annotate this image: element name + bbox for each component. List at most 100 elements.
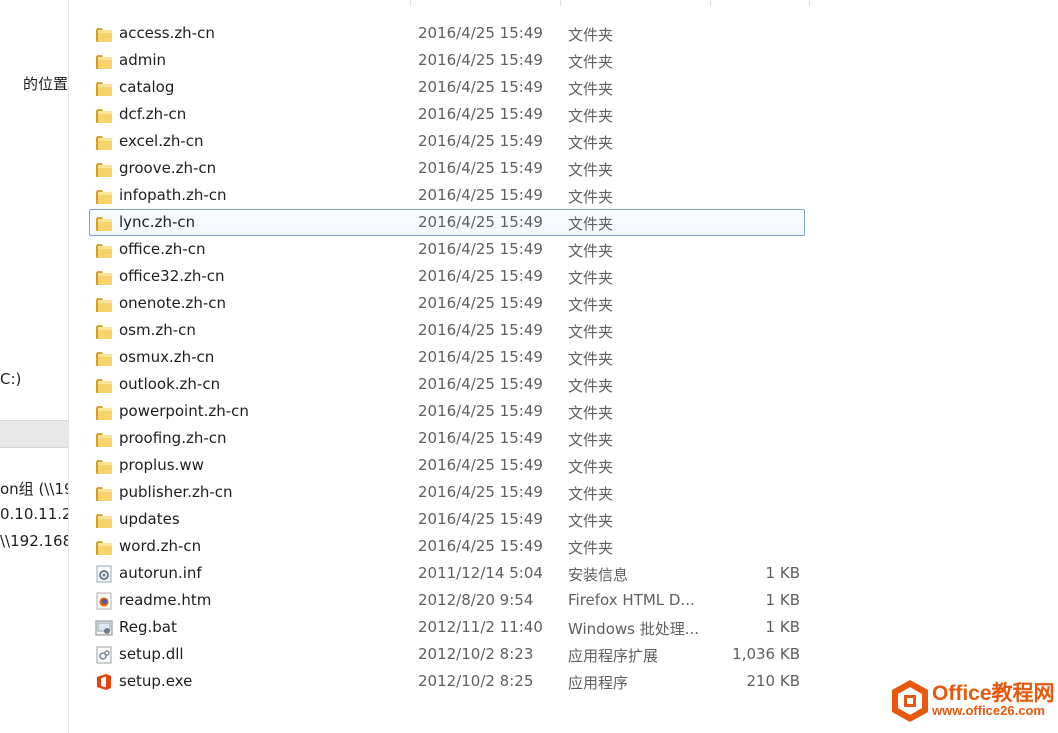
- folder-icon: [95, 79, 113, 97]
- file-date-modified: 2016/4/25 15:49: [418, 429, 543, 447]
- file-name: onenote.zh-cn: [119, 294, 227, 312]
- folder-icon: [95, 295, 113, 313]
- batch-file-icon: [95, 619, 113, 637]
- file-name: Reg.bat: [119, 618, 177, 636]
- file-row[interactable]: infopath.zh-cn 2016/4/25 15:49 文件夹: [89, 182, 805, 209]
- file-type: 文件夹: [568, 53, 614, 71]
- file-date-modified: 2016/4/25 15:49: [418, 24, 543, 42]
- folder-icon: [95, 511, 113, 529]
- office-logo-icon: [892, 680, 928, 722]
- office-setup-icon: [95, 673, 113, 691]
- file-row[interactable]: updates 2016/4/25 15:49 文件夹: [89, 506, 805, 533]
- folder-icon: [95, 187, 113, 205]
- file-row[interactable]: proplus.ww 2016/4/25 15:49 文件夹: [89, 452, 805, 479]
- file-date-modified: 2016/4/25 15:49: [418, 240, 543, 258]
- folder-icon: [95, 349, 113, 367]
- file-name: autorun.inf: [119, 564, 202, 582]
- file-date-modified: 2011/12/14 5:04: [418, 564, 543, 582]
- file-type: 文件夹: [568, 431, 614, 449]
- file-date-modified: 2016/4/25 15:49: [418, 267, 543, 285]
- file-type: 应用程序: [568, 674, 629, 692]
- file-name: office.zh-cn: [119, 240, 206, 258]
- file-row[interactable]: autorun.inf 2011/12/14 5:04 安装信息 1 KB: [89, 560, 805, 587]
- file-row[interactable]: catalog 2016/4/25 15:49 文件夹: [89, 74, 805, 101]
- file-name: publisher.zh-cn: [119, 483, 233, 501]
- file-type: Firefox HTML D...: [568, 591, 695, 609]
- file-type: 文件夹: [568, 269, 614, 287]
- file-name: osm.zh-cn: [119, 321, 196, 339]
- file-name: dcf.zh-cn: [119, 105, 187, 123]
- file-date-modified: 2016/4/25 15:49: [418, 348, 543, 366]
- file-row-selected[interactable]: lync.zh-cn 2016/4/25 15:49 文件夹: [89, 209, 805, 236]
- file-row[interactable]: powerpoint.zh-cn 2016/4/25 15:49 文件夹: [89, 398, 805, 425]
- file-name: admin: [119, 51, 166, 69]
- file-list: access.zh-cn 2016/4/25 15:49 文件夹 admin 2016/…: [0, 0, 1058, 733]
- file-row[interactable]: dcf.zh-cn 2016/4/25 15:49 文件夹: [89, 101, 805, 128]
- folder-icon: [95, 25, 113, 43]
- file-name: excel.zh-cn: [119, 132, 204, 150]
- file-size: 1 KB: [765, 564, 800, 582]
- file-date-modified: 2016/4/25 15:49: [418, 321, 543, 339]
- file-date-modified: 2012/11/2 11:40: [418, 618, 543, 636]
- file-date-modified: 2016/4/25 15:49: [418, 159, 543, 177]
- file-type: 文件夹: [568, 350, 614, 368]
- file-type: 文件夹: [568, 377, 614, 395]
- file-name: readme.htm: [119, 591, 212, 609]
- file-type: 文件夹: [568, 404, 614, 422]
- file-type: 文件夹: [568, 485, 614, 503]
- file-row[interactable]: proofing.zh-cn 2016/4/25 15:49 文件夹: [89, 425, 805, 452]
- file-type: 安装信息: [568, 566, 629, 584]
- file-date-modified: 2016/4/25 15:49: [418, 375, 543, 393]
- file-date-modified: 2012/10/2 8:25: [418, 672, 534, 690]
- file-name: setup.dll: [119, 645, 184, 663]
- file-row[interactable]: onenote.zh-cn 2016/4/25 15:49 文件夹: [89, 290, 805, 317]
- file-row[interactable]: admin 2016/4/25 15:49 文件夹: [89, 47, 805, 74]
- file-name: setup.exe: [119, 672, 193, 690]
- file-date-modified: 2016/4/25 15:49: [418, 78, 543, 96]
- folder-icon: [95, 106, 113, 124]
- file-name: lync.zh-cn: [119, 213, 196, 231]
- firefox-html-file-icon: [95, 592, 113, 610]
- file-date-modified: 2016/4/25 15:49: [418, 132, 543, 150]
- folder-icon: [95, 484, 113, 502]
- file-row[interactable]: groove.zh-cn 2016/4/25 15:49 文件夹: [89, 155, 805, 182]
- file-date-modified: 2016/4/25 15:49: [418, 537, 543, 555]
- file-date-modified: 2016/4/25 15:49: [418, 51, 543, 69]
- watermark-url: www.office26.com: [932, 703, 1045, 718]
- file-type: 文件夹: [568, 80, 614, 98]
- file-size: 1 KB: [765, 618, 800, 636]
- file-date-modified: 2016/4/25 15:49: [418, 483, 543, 501]
- file-name: word.zh-cn: [119, 537, 202, 555]
- dll-file-icon: [95, 646, 113, 664]
- file-row[interactable]: setup.exe 2012/10/2 8:25 应用程序 210 KB: [89, 668, 805, 695]
- file-row[interactable]: office.zh-cn 2016/4/25 15:49 文件夹: [89, 236, 805, 263]
- file-type: 文件夹: [568, 458, 614, 476]
- file-date-modified: 2016/4/25 15:49: [418, 456, 543, 474]
- file-row[interactable]: Reg.bat 2012/11/2 11:40 Windows 批处理... 1 KB: [89, 614, 805, 641]
- file-name: proplus.ww: [119, 456, 204, 474]
- file-type: 文件夹: [568, 539, 614, 557]
- file-row[interactable]: access.zh-cn 2016/4/25 15:49 文件夹: [89, 20, 805, 47]
- file-row[interactable]: office32.zh-cn 2016/4/25 15:49 文件夹: [89, 263, 805, 290]
- file-row[interactable]: osmux.zh-cn 2016/4/25 15:49 文件夹: [89, 344, 805, 371]
- file-name: outlook.zh-cn: [119, 375, 221, 393]
- file-row[interactable]: publisher.zh-cn 2016/4/25 15:49 文件夹: [89, 479, 805, 506]
- folder-icon: [95, 376, 113, 394]
- file-type: Windows 批处理...: [568, 620, 700, 638]
- file-type: 文件夹: [568, 107, 614, 125]
- file-row[interactable]: osm.zh-cn 2016/4/25 15:49 文件夹: [89, 317, 805, 344]
- file-size: 1 KB: [765, 591, 800, 609]
- file-date-modified: 2016/4/25 15:49: [418, 402, 543, 420]
- settings-file-icon: [95, 565, 113, 583]
- file-row[interactable]: word.zh-cn 2016/4/25 15:49 文件夹: [89, 533, 805, 560]
- file-type: 文件夹: [568, 134, 614, 152]
- file-row[interactable]: excel.zh-cn 2016/4/25 15:49 文件夹: [89, 128, 805, 155]
- file-name: catalog: [119, 78, 175, 96]
- file-type: 应用程序扩展: [568, 647, 659, 665]
- file-row[interactable]: setup.dll 2012/10/2 8:23 应用程序扩展 1,036 KB: [89, 641, 805, 668]
- file-row[interactable]: readme.htm 2012/8/20 9:54 Firefox HTML D..…: [89, 587, 805, 614]
- file-name: office32.zh-cn: [119, 267, 225, 285]
- file-row[interactable]: outlook.zh-cn 2016/4/25 15:49 文件夹: [89, 371, 805, 398]
- folder-icon: [95, 214, 113, 232]
- folder-icon: [95, 160, 113, 178]
